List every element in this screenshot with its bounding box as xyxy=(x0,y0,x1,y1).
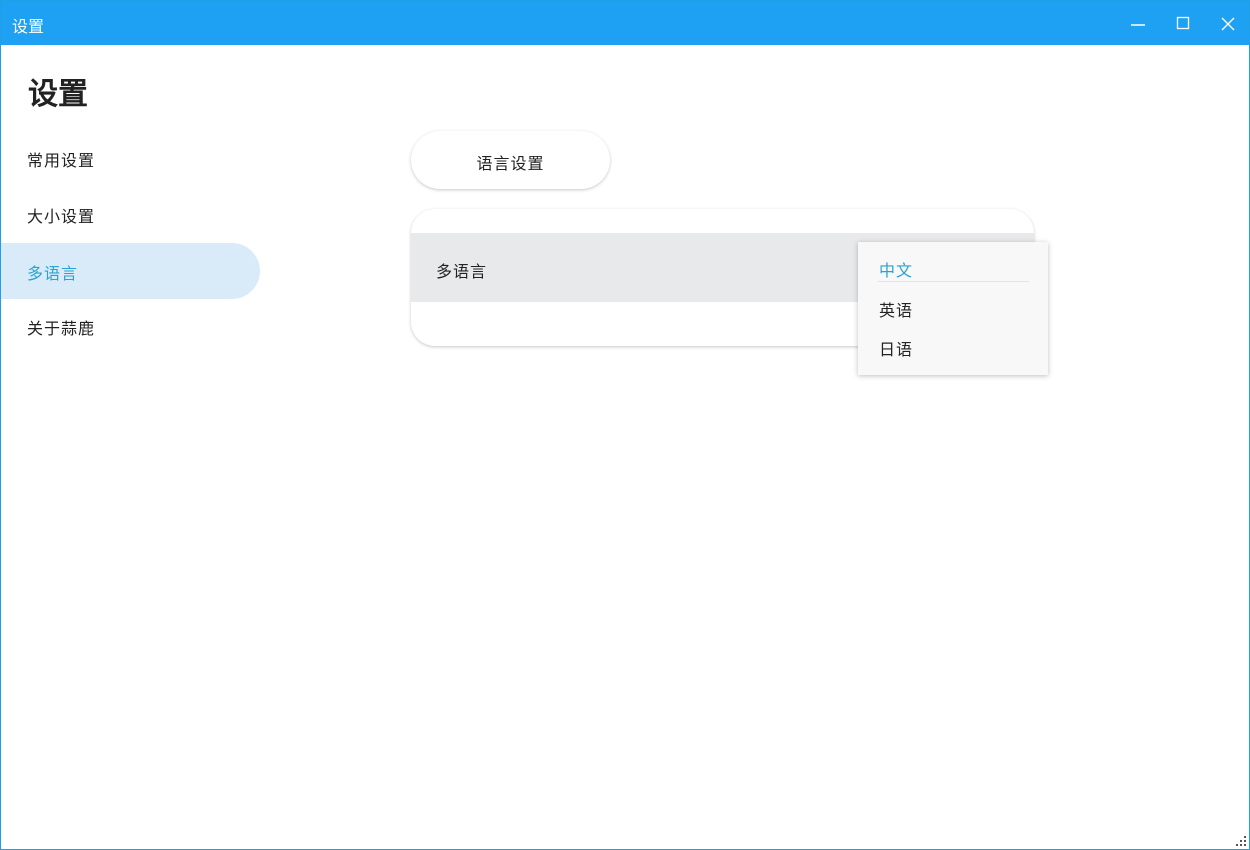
resize-grip-icon[interactable] xyxy=(1235,835,1247,847)
maximize-button[interactable] xyxy=(1160,1,1205,45)
sidebar-item-about[interactable]: 关于蒜鹿 xyxy=(1,298,260,354)
option-label: 英语 xyxy=(879,301,914,320)
window-title: 设置 xyxy=(12,17,45,36)
sidebar-item-size-settings[interactable]: 大小设置 xyxy=(1,186,260,242)
sidebar-item-multilanguage[interactable]: 多语言 xyxy=(1,243,260,299)
language-option-japanese[interactable]: 日语 xyxy=(858,328,1048,362)
language-row-label: 多语言 xyxy=(436,262,488,281)
maximize-icon xyxy=(1176,16,1190,30)
sidebar-item-label: 多语言 xyxy=(27,264,79,283)
title-bar[interactable]: 设置 xyxy=(1,1,1249,45)
app-window: 设置 设置 常用设置 大小设置 多语言 关于蒜鹿 语言设置 多语言 中文 英语 … xyxy=(0,0,1250,850)
close-button[interactable] xyxy=(1205,1,1250,45)
section-title: 语言设置 xyxy=(476,154,545,173)
minimize-button[interactable] xyxy=(1115,1,1160,45)
sidebar-item-label: 常用设置 xyxy=(27,151,96,170)
close-icon xyxy=(1221,17,1235,31)
language-dropdown-menu: 中文 英语 日语 xyxy=(858,242,1048,375)
sidebar-item-label: 关于蒜鹿 xyxy=(27,319,96,338)
divider xyxy=(878,281,1029,282)
sidebar-item-common-settings[interactable]: 常用设置 xyxy=(1,130,260,186)
option-label: 日语 xyxy=(879,340,914,359)
language-option-chinese[interactable]: 中文 xyxy=(858,249,1048,283)
sidebar-item-label: 大小设置 xyxy=(27,207,96,226)
page-title: 设置 xyxy=(28,77,88,112)
minimize-icon xyxy=(1131,24,1145,26)
language-option-english[interactable]: 英语 xyxy=(858,289,1048,323)
section-header-language-settings: 语言设置 xyxy=(411,131,610,189)
option-label: 中文 xyxy=(879,261,914,280)
